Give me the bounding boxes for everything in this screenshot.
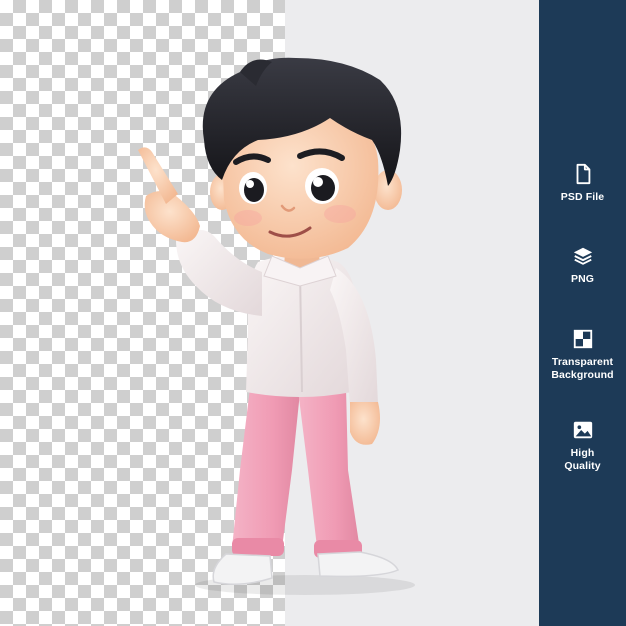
feature-label: High Quality (564, 447, 601, 472)
feature-high-quality: High Quality (539, 419, 626, 473)
layers-icon (573, 247, 592, 265)
feature-label: PSD File (560, 191, 605, 203)
right-shoe (317, 551, 400, 578)
right-hand (350, 402, 380, 445)
image-icon (573, 421, 592, 439)
feature-transparent-background: Transparent Background (539, 328, 626, 382)
feature-psd-file: PSD File (539, 163, 626, 204)
feature-label: PNG (570, 273, 595, 285)
feature-sidebar: PSD File PNG Transparent Background High… (539, 0, 626, 626)
transparency-grid-icon (573, 329, 592, 349)
cartoon-boy-pointing-illustration (138, 57, 415, 595)
file-icon (576, 163, 590, 185)
left-shoe (212, 553, 273, 585)
left-pant-leg (232, 388, 300, 548)
feature-label: Transparent Background (551, 356, 614, 381)
feature-png: PNG (539, 245, 626, 286)
